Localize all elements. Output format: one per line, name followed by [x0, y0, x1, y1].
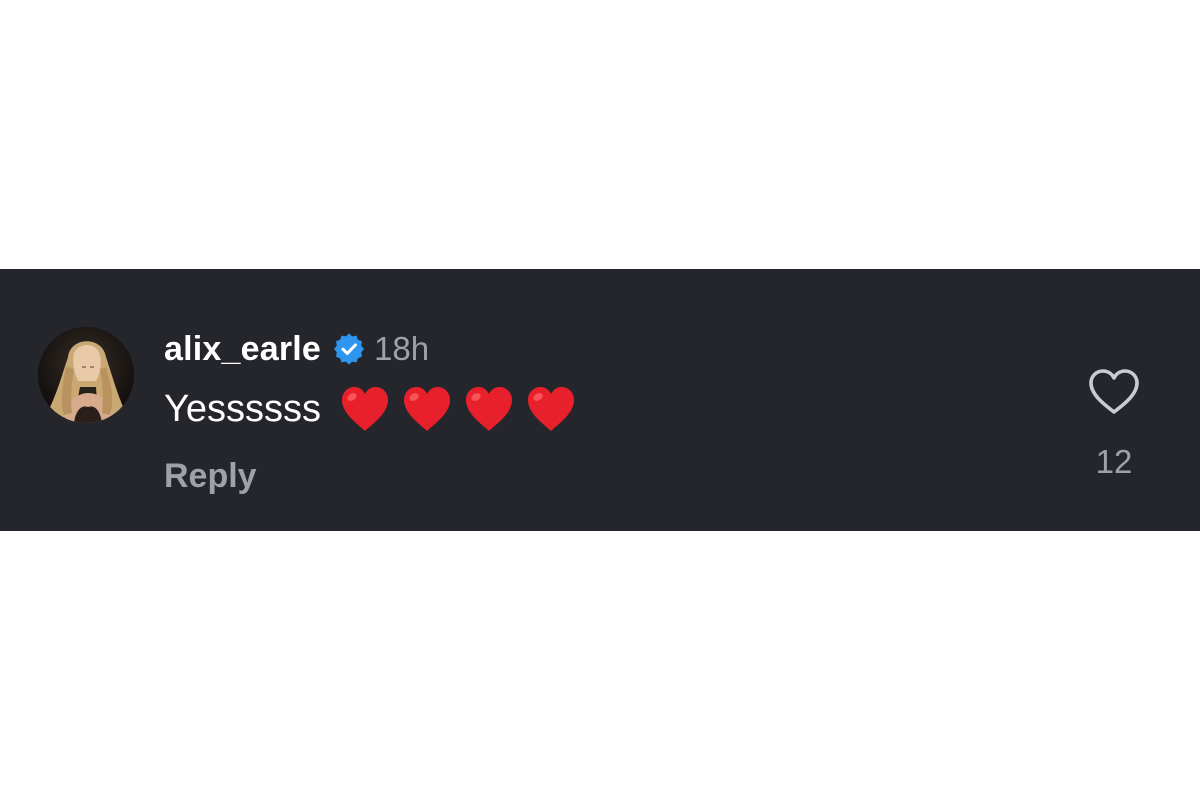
- username[interactable]: alix_earle: [164, 330, 321, 369]
- avatar[interactable]: [38, 327, 134, 423]
- timestamp: 18h: [374, 330, 430, 367]
- red-heart-emoji: [339, 384, 391, 434]
- reply-button[interactable]: Reply: [164, 457, 257, 496]
- comment-card: alix_earle 18h Yessssss Reply 12: [0, 269, 1200, 531]
- comment-body: Yessssss: [164, 381, 587, 437]
- emoji-group: [339, 384, 587, 434]
- like-count: 12: [1095, 443, 1133, 480]
- red-heart-emoji: [401, 384, 453, 434]
- red-heart-emoji: [463, 384, 515, 434]
- comment-header: alix_earle 18h: [164, 327, 429, 371]
- avatar-photo: [38, 327, 134, 423]
- heart-outline-icon: [1089, 369, 1139, 414]
- verified-badge-icon: [333, 333, 365, 365]
- like-button[interactable]: [1086, 367, 1142, 417]
- comment-text: Yessssss: [164, 387, 321, 430]
- red-heart-emoji: [525, 384, 577, 434]
